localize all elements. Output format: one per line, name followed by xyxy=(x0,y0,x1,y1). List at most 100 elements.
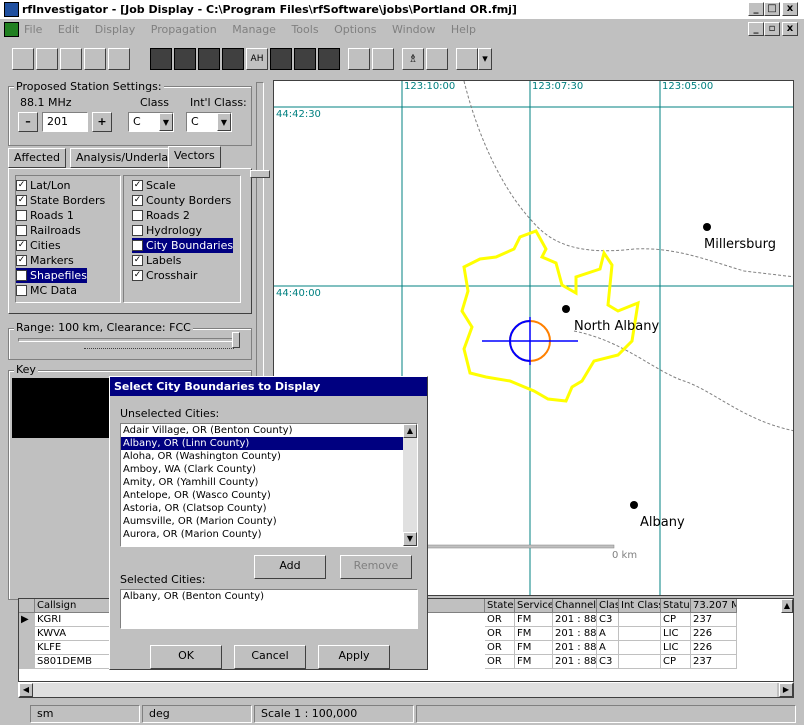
vector-checkbox[interactable]: ✓ Shapefiles xyxy=(16,268,87,283)
grid-cell[interactable]: 226 xyxy=(691,641,737,655)
menu-options[interactable]: Options xyxy=(334,23,376,36)
grid-cell[interactable]: OR xyxy=(485,641,515,655)
grid-scroll-up-icon[interactable]: ▲ xyxy=(781,599,793,613)
selected-item[interactable]: Albany, OR (Benton County) xyxy=(121,590,417,603)
new-icon[interactable] xyxy=(12,48,34,70)
city-list-item[interactable]: Astoria, OR (Clatsop County) xyxy=(121,502,403,515)
chart-icon[interactable] xyxy=(372,48,394,70)
menu-display[interactable]: Display xyxy=(95,23,136,36)
tab-vectors[interactable]: Vectors xyxy=(168,146,221,168)
checkbox-icon[interactable]: ✓ xyxy=(16,195,27,206)
scroll-right-icon[interactable]: ▶ xyxy=(779,683,793,697)
grid-header[interactable]: Class xyxy=(597,599,619,613)
class-select[interactable]: C ▼ xyxy=(128,112,174,132)
row-pointer-icon[interactable]: ▶ xyxy=(19,613,35,627)
vector-checkbox[interactable]: ✓ Labels xyxy=(132,253,181,268)
close-button[interactable]: x xyxy=(782,2,798,16)
city-list-item[interactable]: Antelope, OR (Wasco County) xyxy=(121,489,403,502)
city-list-item[interactable]: Adair Village, OR (Benton County) xyxy=(121,424,403,437)
unselected-listbox[interactable]: Adair Village, OR (Benton County) Albany,… xyxy=(120,423,418,547)
grid-cell[interactable]: OR xyxy=(485,655,515,669)
checkbox-icon[interactable]: ✓ xyxy=(132,240,143,251)
layer2-icon[interactable] xyxy=(174,48,196,70)
grid-cell[interactable]: C3 xyxy=(597,613,619,627)
grid-cell[interactable]: 237 xyxy=(691,655,737,669)
checkbox-icon[interactable]: ✓ xyxy=(16,270,27,281)
checkbox-icon[interactable] xyxy=(16,210,27,221)
binoculars-icon[interactable]: ♗ xyxy=(402,48,424,70)
city-list-item[interactable]: Albany, OR (Linn County) xyxy=(121,437,403,450)
grid-icon[interactable] xyxy=(84,48,106,70)
row-indicator[interactable] xyxy=(19,627,35,641)
grid-cell[interactable]: 201 : 88.1 xyxy=(553,655,597,669)
vector-checkbox[interactable]: MC Data xyxy=(16,283,77,298)
ok-button[interactable]: OK xyxy=(150,645,222,669)
tab-affected[interactable]: Affected xyxy=(8,148,66,168)
grid-cell[interactable] xyxy=(619,613,661,627)
grid-cell[interactable]: LIC xyxy=(661,627,691,641)
menu-manage[interactable]: Manage xyxy=(232,23,276,36)
city-list-item[interactable]: Aurora, OR (Marion County) xyxy=(121,528,403,541)
layer4-icon[interactable] xyxy=(222,48,244,70)
menu-edit[interactable]: Edit xyxy=(58,23,79,36)
grid-cell[interactable]: FM xyxy=(515,655,553,669)
app-icon[interactable] xyxy=(4,2,19,17)
grid-cell[interactable]: A xyxy=(597,627,619,641)
selected-listbox[interactable]: Albany, OR (Benton County) xyxy=(120,589,418,629)
scroll-up-icon[interactable]: ▲ xyxy=(403,424,417,438)
vector-checkbox[interactable]: Hydrology xyxy=(132,223,202,238)
checkbox-icon[interactable]: ✓ xyxy=(132,270,143,281)
profile-icon[interactable] xyxy=(294,48,316,70)
city-marker[interactable] xyxy=(630,501,638,509)
checkbox-icon[interactable] xyxy=(132,210,143,221)
vector-checkbox[interactable]: ✓ City Boundaries xyxy=(132,238,234,253)
signal-icon[interactable] xyxy=(426,48,448,70)
tab-analysis-underlay[interactable]: Analysis/Underlay xyxy=(70,148,181,168)
grid-header[interactable]: Status xyxy=(661,599,691,613)
vector-checkbox[interactable]: ✓ Markers xyxy=(16,253,74,268)
minimize-button[interactable]: _ xyxy=(748,2,764,16)
child-close-button[interactable]: x xyxy=(782,22,798,36)
grid-cell[interactable]: 226 xyxy=(691,627,737,641)
document-icon[interactable] xyxy=(4,22,19,37)
grid-cell[interactable]: A xyxy=(597,641,619,655)
checkbox-icon[interactable] xyxy=(16,285,27,296)
grid-header[interactable]: Channel xyxy=(553,599,597,613)
unselected-scrollbar[interactable]: ▲ ▼ xyxy=(403,424,417,546)
city-list-item[interactable]: Amity, OR (Yamhill County) xyxy=(121,476,403,489)
city-marker[interactable] xyxy=(703,223,711,231)
child-minimize-button[interactable]: _ xyxy=(748,22,764,36)
grid-hscrollbar[interactable]: ◀ ▶ xyxy=(18,682,794,698)
grid-cell[interactable] xyxy=(619,655,661,669)
checkbox-icon[interactable]: ✓ xyxy=(132,195,143,206)
tool-icon[interactable] xyxy=(108,48,130,70)
maximize-button[interactable]: □ xyxy=(764,2,780,16)
channel-increment-button[interactable]: + xyxy=(92,112,112,132)
grid-cell[interactable]: 237 xyxy=(691,613,737,627)
bar-icon[interactable] xyxy=(270,48,292,70)
grid-cell[interactable]: 201 : 88.1 xyxy=(553,627,597,641)
apply-button[interactable]: Apply xyxy=(318,645,390,669)
map-icon[interactable] xyxy=(348,48,370,70)
zoom-icon[interactable] xyxy=(318,48,340,70)
vector-checkbox[interactable]: ✓ Cities xyxy=(16,238,61,253)
grid-cell[interactable]: CP xyxy=(661,655,691,669)
checkbox-icon[interactable]: ✓ xyxy=(16,255,27,266)
grid-cell[interactable]: 201 : 88.1 xyxy=(553,641,597,655)
vector-checkbox[interactable]: Railroads xyxy=(16,223,81,238)
cancel-button[interactable]: Cancel xyxy=(234,645,306,669)
city-marker[interactable] xyxy=(562,305,570,313)
intl-dropdown-icon[interactable]: ▼ xyxy=(217,113,231,131)
menu-propagation[interactable]: Propagation xyxy=(151,23,217,36)
calculator-icon[interactable] xyxy=(456,48,478,70)
grid-cell[interactable]: CP xyxy=(661,613,691,627)
channel-input[interactable]: 201 xyxy=(42,112,88,132)
menu-help[interactable]: Help xyxy=(451,23,476,36)
grid-cell[interactable] xyxy=(619,627,661,641)
city-list-item[interactable]: Amboy, WA (Clark County) xyxy=(121,463,403,476)
menu-file[interactable]: File xyxy=(24,23,42,36)
grid-cell[interactable]: FM xyxy=(515,627,553,641)
grid-cell[interactable] xyxy=(619,641,661,655)
checkbox-icon[interactable]: ✓ xyxy=(16,180,27,191)
checkbox-icon[interactable]: ✓ xyxy=(132,255,143,266)
